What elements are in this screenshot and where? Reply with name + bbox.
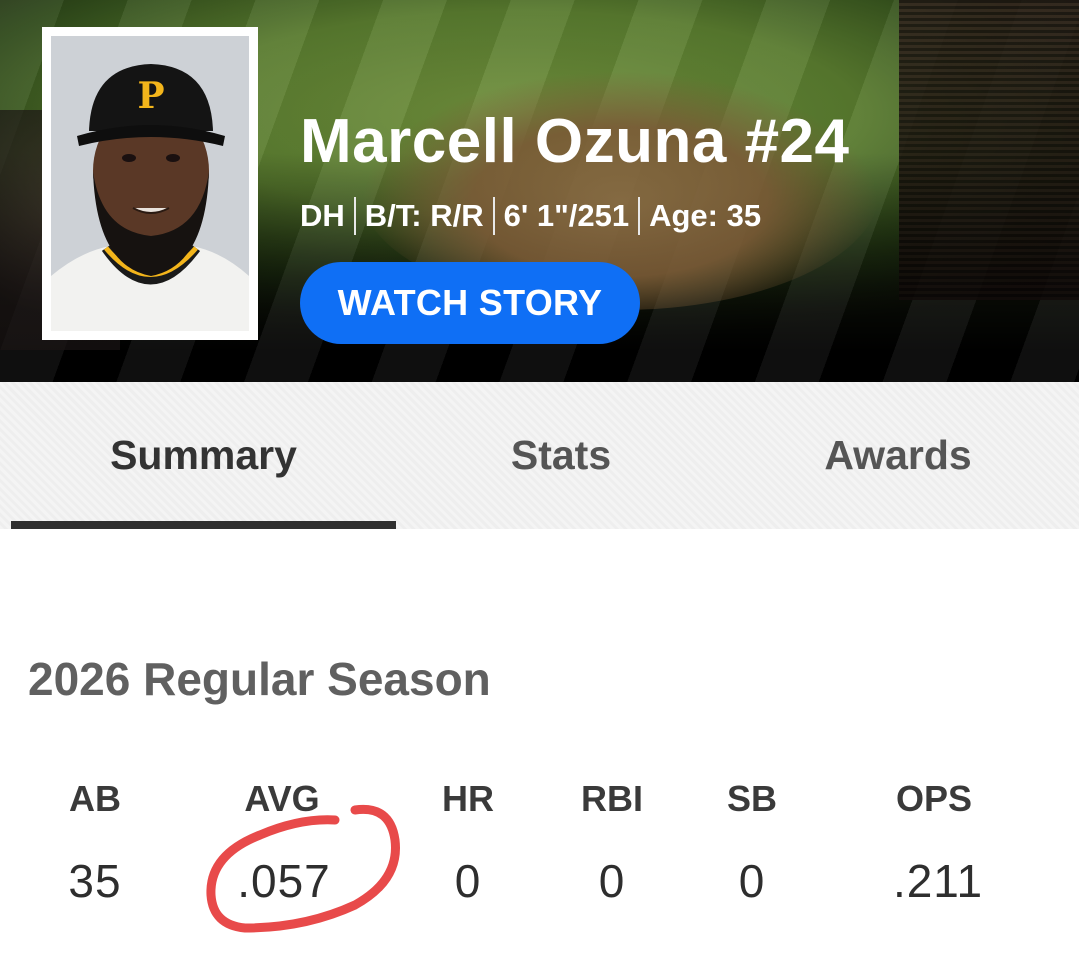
stat-value-sb: 0 — [738, 855, 766, 907]
stat-header-hr: HR — [442, 778, 494, 819]
stat-header-rbi: RBI — [581, 778, 643, 819]
bio-divider — [353, 197, 356, 235]
stat-header-ops: OPS — [895, 778, 973, 819]
player-name: Marcell Ozuna #24 — [300, 107, 850, 176]
player-bio: DH B/T: R/R 6' 1"/251 Age: 35 — [300, 197, 761, 235]
player-bats-throws: B/T: R/R — [364, 198, 484, 233]
bio-divider — [638, 197, 641, 235]
player-height-weight: 6' 1"/251 — [503, 198, 630, 233]
crowd-background-right — [899, 0, 1079, 300]
tab-awards[interactable]: Awards — [726, 382, 1070, 529]
season-title: 2026 Regular Season — [28, 653, 491, 705]
watch-story-button[interactable]: WATCH STORY — [300, 262, 640, 344]
active-tab-indicator — [11, 521, 396, 529]
player-photo-frame: P — [42, 27, 258, 340]
stat-value-rbi: 0 — [598, 855, 626, 907]
player-position: DH — [300, 198, 345, 233]
tab-stats[interactable]: Stats — [396, 382, 726, 529]
tab-summary[interactable]: Summary — [11, 382, 396, 529]
player-headshot: P — [51, 36, 249, 331]
player-header: P Marcell Ozuna #24 DH B/T: R/R 6' 1"/25… — [0, 0, 1079, 382]
stat-value-ab: 35 — [68, 855, 122, 907]
bio-divider — [492, 197, 495, 235]
player-age: Age: 35 — [649, 198, 762, 233]
cap-logo: P — [137, 75, 165, 117]
stat-value-hr: 0 — [454, 855, 482, 907]
stat-value-ops: .211 — [892, 855, 984, 907]
highlight-circle-icon — [206, 804, 400, 933]
tab-bar: Summary Stats Awards — [0, 382, 1079, 529]
stat-header-sb: SB — [726, 778, 778, 819]
stat-header-ab: AB — [69, 778, 121, 819]
